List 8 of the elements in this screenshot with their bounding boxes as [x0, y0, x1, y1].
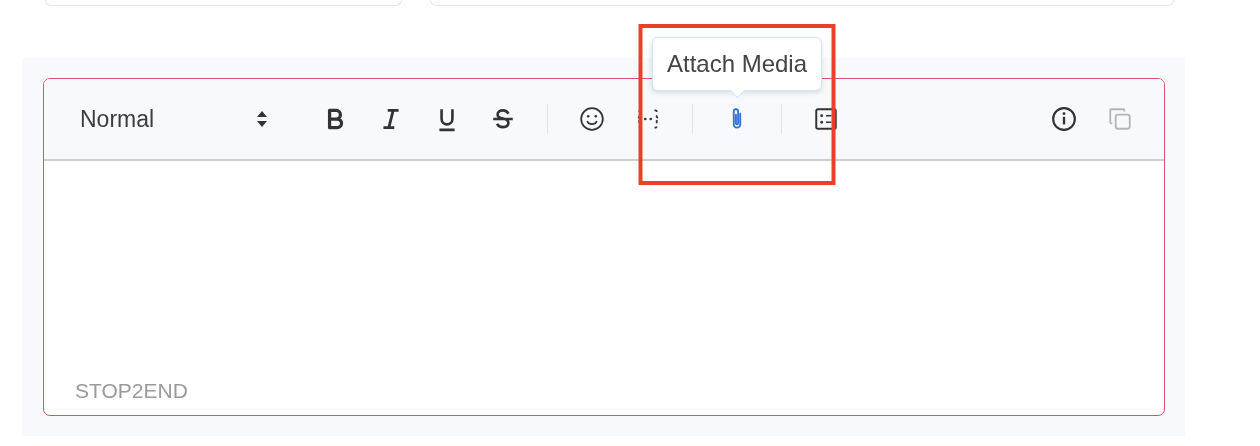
stepper-icon: [255, 109, 269, 129]
footer-label: STOP2END: [75, 379, 188, 403]
info-icon: [1051, 106, 1077, 132]
tooltip: Attach Media: [651, 37, 823, 96]
format-select[interactable]: Normal: [80, 105, 269, 133]
list-box-icon: [813, 106, 839, 132]
copy-icon: [1107, 106, 1133, 132]
smiley-icon: [579, 106, 605, 132]
